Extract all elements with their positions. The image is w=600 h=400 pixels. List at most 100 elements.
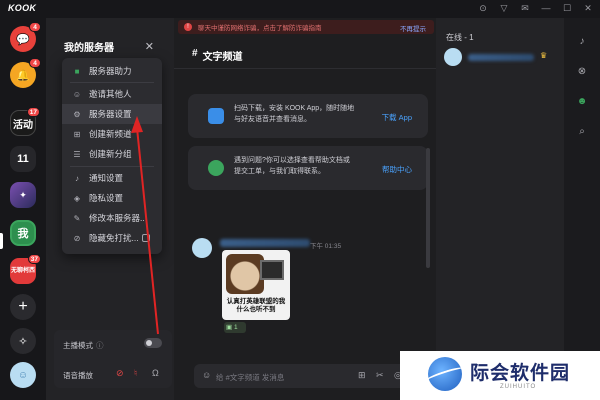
menu-item-notifications[interactable]: ♪ 通知设置 (62, 168, 162, 188)
server-mine[interactable]: 我 (10, 220, 36, 246)
pin-icon[interactable]: ⊙ (477, 2, 489, 14)
globe-logo-icon (428, 357, 462, 391)
menu-item-hide-muted[interactable]: ⊘ 隐藏免打扰... (62, 228, 162, 248)
menu-item-label: 服务器设置 (89, 109, 132, 119)
avatar-image-icon: ☺ (17, 369, 29, 381)
unread-badge: 37 (27, 254, 41, 264)
meme-image[interactable]: 认真打英雄联盟的我什么也听不到 (222, 250, 290, 320)
members-icon[interactable]: ☻ (576, 96, 588, 108)
search-icon[interactable]: ⌕ (576, 126, 588, 138)
mail-icon[interactable]: ✉ (519, 2, 531, 14)
menu-item-create-group[interactable]: ☰ 创建新分组 (62, 144, 162, 164)
headset-icon[interactable]: Ω (152, 368, 159, 378)
selected-indicator (0, 233, 3, 249)
reaction-count: 1 (233, 324, 238, 331)
menu-item-server-settings[interactable]: ⚙ 服务器设置 (62, 104, 162, 124)
bell-icon: ♪ (75, 173, 79, 183)
chat-bubble-icon: 💬 (16, 33, 30, 46)
chat-scrollbar[interactable] (426, 148, 430, 268)
blurred-member-name[interactable] (468, 54, 534, 61)
blurred-username[interactable] (220, 239, 310, 247)
fraud-notice-banner[interactable]: ! 聊天中谨防网络诈骗，点击了解防诈骗指南 不再提示 (178, 20, 434, 34)
user-avatar[interactable]: ☺ (10, 362, 36, 388)
channel-name: 文字频道 (202, 52, 243, 63)
header-divider (174, 68, 436, 69)
reaction-chip[interactable]: ▣ 1 (224, 322, 246, 333)
server-menu: ■ 服务器助力 ☺ 邀请其他人 ⚙ 服务器设置 ⊞ 创建新频道 ☰ 创建新分组 … (62, 58, 162, 254)
mic-icon[interactable]: ♮ (134, 368, 137, 379)
server-11[interactable]: 11 (10, 146, 36, 172)
add-channel-icon: ⊞ (73, 129, 81, 139)
menu-item-label: 服务器助力 (89, 66, 132, 76)
server-label: 活动 (13, 119, 33, 131)
hide-muted-checkbox[interactable] (142, 234, 150, 242)
menu-item-label: 邀请其他人 (89, 89, 132, 99)
server-game[interactable]: ✦ (10, 182, 36, 208)
settings-icon: ⚙ (73, 109, 81, 119)
notice-text: 聊天中谨防网络诈骗，点击了解防诈骗指南 (198, 25, 322, 32)
scissors-icon[interactable]: ✂ (376, 370, 384, 381)
menu-item-label: 修改本服务器... (89, 213, 148, 223)
streamer-mode-row: 主播模式 ⓘ (63, 340, 104, 351)
bell-icon[interactable]: ♪ (576, 36, 588, 48)
streamer-mode-toggle[interactable] (144, 338, 162, 348)
card-text: 遇到问题?你可以选择查看帮助文档或提交工单，与我们取得联系。 (234, 157, 350, 175)
kook-app: KOOK ⊙ ▽ ✉ — ☐ ✕ 💬 4 🔔 4 活动 17 11 ✦ 我 无聊… (0, 0, 600, 400)
voice-panel: 主播模式 ⓘ 语音播放 ⊘ ♮ Ω (54, 330, 172, 388)
member-avatar[interactable] (444, 48, 462, 66)
server-wuliao[interactable]: 无聊柯西 37 (10, 254, 41, 284)
unread-badge: 17 (26, 107, 40, 117)
compass-icon: ✧ (18, 335, 28, 348)
add-group-icon: ☰ (73, 149, 81, 159)
menu-item-label: 创建新分组 (89, 149, 132, 159)
invite-icon: ☺ (72, 89, 82, 99)
add-server-button[interactable]: + (10, 294, 36, 320)
watermark: 际会软件园 ZUIHUITO (400, 351, 600, 400)
menu-item-edit-profile[interactable]: ✎ 修改本服务器... (62, 208, 162, 228)
close-icon[interactable]: ✕ (582, 2, 594, 14)
server-label: 11 (17, 153, 29, 165)
minimize-icon[interactable]: — (540, 2, 552, 14)
message-composer[interactable]: ☺ 给 #文字频道 发消息 ⊞ ✂ ◎ (194, 364, 414, 388)
plus-icon: + (18, 298, 28, 315)
help-center-card: 遇到问题?你可以选择查看帮助文档或提交工单，与我们取得联系。 帮助中心 (188, 146, 428, 190)
monitor-icon (260, 260, 284, 280)
streamer-mode-label: 主播模式 (63, 341, 93, 350)
hash-icon: # (192, 48, 198, 59)
reaction-emoji-icon: ▣ (226, 324, 233, 331)
menu-item-create-channel[interactable]: ⊞ 创建新频道 (62, 124, 162, 144)
server-rail: 💬 4 🔔 4 活动 17 11 ✦ 我 无聊柯西 37 + ✧ ☺ (0, 18, 46, 400)
add-attachment-icon[interactable]: ⊞ (358, 370, 366, 381)
discover-button[interactable]: ✧ (10, 328, 36, 354)
shirt-icon[interactable]: ▽ (498, 2, 510, 14)
server-chat[interactable]: 💬 4 (10, 22, 41, 52)
member-list: 在线 - 1 ♛ (436, 18, 564, 400)
server-notifications[interactable]: 🔔 4 (10, 58, 41, 88)
server-activity[interactable]: 活动 17 (10, 107, 40, 136)
server-header[interactable]: 我的服务器 ✕ (58, 32, 162, 60)
menu-item-boost[interactable]: ■ 服务器助力 (62, 61, 162, 81)
meme-face-icon (226, 254, 264, 294)
menu-item-label: 创建新频道 (89, 129, 132, 139)
right-toolbar: ♪ ⊗ ☻ ⌕ (564, 18, 600, 400)
close-icon[interactable]: ✕ (145, 40, 154, 53)
menu-item-privacy[interactable]: ◈ 隐私设置 (62, 188, 162, 208)
download-app-link[interactable]: 下载 App (382, 112, 412, 123)
server-label: 无聊柯西 (10, 267, 35, 274)
download-app-card: 扫码下载，安装 KOOK App，随时随地与好友语音并查看消息。 下载 App (188, 94, 428, 138)
voice-row: 语音播放 (63, 370, 93, 381)
menu-item-invite[interactable]: ☺ 邀请其他人 (62, 84, 162, 104)
mute-icon[interactable]: ⊗ (576, 66, 588, 78)
emoji-icon[interactable]: ☺ (202, 370, 211, 380)
message-avatar[interactable] (192, 238, 212, 258)
notice-dismiss-link[interactable]: 不再提示 (400, 23, 426, 33)
help-center-link[interactable]: 帮助中心 (382, 164, 412, 175)
camera-off-icon[interactable]: ⊘ (116, 368, 124, 379)
menu-divider (70, 166, 154, 167)
unread-badge: 4 (29, 22, 41, 32)
edit-icon: ✎ (73, 213, 81, 223)
voice-label: 语音播放 (63, 371, 93, 380)
hidden-icon: ⊘ (73, 233, 81, 243)
help-icon: ⓘ (96, 341, 104, 350)
maximize-icon[interactable]: ☐ (561, 2, 573, 14)
